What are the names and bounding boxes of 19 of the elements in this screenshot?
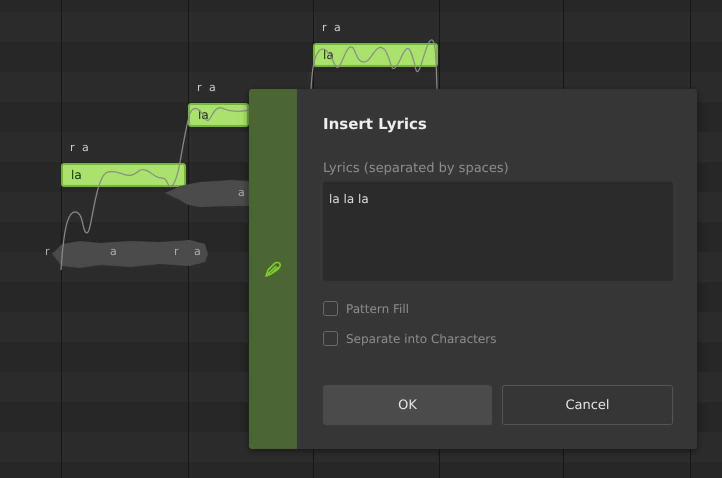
note[interactable]: la xyxy=(61,163,186,187)
pencil-icon xyxy=(264,260,282,278)
field-label: Lyrics (separated by spaces) xyxy=(323,161,510,176)
lyrics-field[interactable]: la la la xyxy=(323,182,673,281)
phoneme-label: a xyxy=(194,245,201,258)
phoneme-label: r xyxy=(174,245,179,258)
checkbox[interactable] xyxy=(323,301,338,316)
phoneme-label: r a xyxy=(197,81,218,94)
phoneme-label: a xyxy=(110,245,117,258)
phoneme-label: r a xyxy=(70,141,91,154)
ok-button[interactable]: OK xyxy=(323,385,492,425)
phoneme-label: r xyxy=(45,245,50,258)
phoneme-label: a xyxy=(238,186,245,199)
phoneme-label: r a xyxy=(322,21,343,34)
checkbox[interactable] xyxy=(323,331,338,346)
dialog-title: Insert Lyrics xyxy=(323,115,428,133)
checkbox-label: Pattern Fill xyxy=(346,302,410,316)
checkbox-label: Separate into Characters xyxy=(346,332,496,346)
cancel-button[interactable]: Cancel xyxy=(502,385,673,425)
